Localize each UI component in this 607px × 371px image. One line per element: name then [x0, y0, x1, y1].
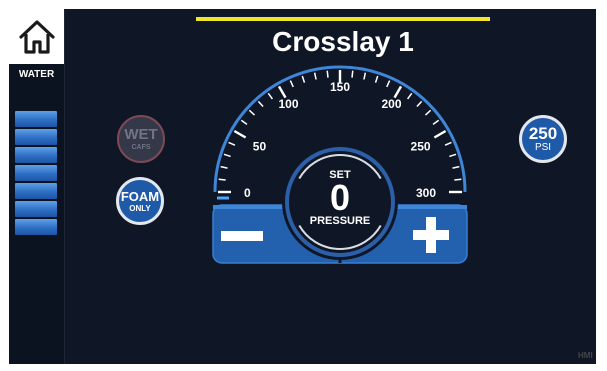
foam-label: FOAM: [120, 188, 160, 204]
psi-preset-button[interactable]: 250 PSI: [519, 115, 567, 163]
gauge-tick: [432, 119, 440, 126]
wet-cafs-button[interactable]: WET CAFS: [117, 115, 165, 163]
pressure-label: PRESSURE: [310, 215, 371, 227]
gauge-tick: [301, 75, 306, 83]
pressure-gauge: 050100150200250300SET0PRESSURE: [212, 65, 468, 264]
gauge-tick: [444, 141, 452, 146]
gauge-tick: [220, 165, 228, 169]
gauge-tick-label: 50: [253, 140, 267, 154]
gauge-tick: [363, 72, 367, 80]
gauge-tick: [452, 165, 460, 169]
gauge-tick-label: 250: [411, 140, 431, 154]
minus-icon: [221, 231, 263, 241]
gauge-tick: [406, 92, 413, 100]
gauge-tick: [386, 80, 391, 88]
pump-control-screen: WATER Crosslay 1 0 50 100 150 200 250 300 SET 0 P…: [9, 9, 596, 364]
gauge-tick-label: 0: [244, 186, 251, 200]
gauge-tick: [424, 109, 432, 116]
minus-button[interactable]: [221, 231, 263, 241]
gauge-tick-label: 200: [381, 97, 401, 111]
gauge-tick-label: 150: [330, 80, 350, 94]
cafs-label: CAFS: [131, 144, 151, 151]
wet-label: WET: [124, 126, 158, 143]
gauge-tick: [218, 178, 226, 181]
gauge-tick: [233, 129, 247, 139]
gauge-tick: [433, 129, 447, 139]
gauge-tick: [240, 119, 248, 126]
foam-only-button[interactable]: FOAM ONLY: [116, 177, 164, 225]
gauge-tick: [449, 153, 457, 158]
gauge-tick: [228, 141, 236, 146]
plus-icon-vertical: [426, 217, 436, 253]
brand-logo: HMI: [578, 351, 593, 360]
gauge-tick: [454, 178, 462, 181]
gauge-tick: [257, 100, 264, 108]
psi-value: 250: [528, 124, 558, 143]
gauge-tick-label: 300: [416, 186, 436, 200]
only-label: ONLY: [129, 203, 151, 213]
gauge-tick: [326, 70, 329, 78]
gauge-tick: [313, 72, 317, 80]
gauge-tick: [416, 100, 423, 108]
gauge-tick: [267, 92, 274, 100]
gauge-tick: [248, 109, 256, 116]
gauge-tick: [223, 153, 231, 158]
set-pressure-value[interactable]: 0: [330, 177, 350, 218]
gauge-tick-label: 100: [278, 97, 298, 111]
gauge-tick: [351, 70, 354, 78]
gauge-tick: [374, 75, 379, 83]
psi-unit: PSI: [534, 142, 552, 153]
gauge-tick: [289, 80, 294, 88]
